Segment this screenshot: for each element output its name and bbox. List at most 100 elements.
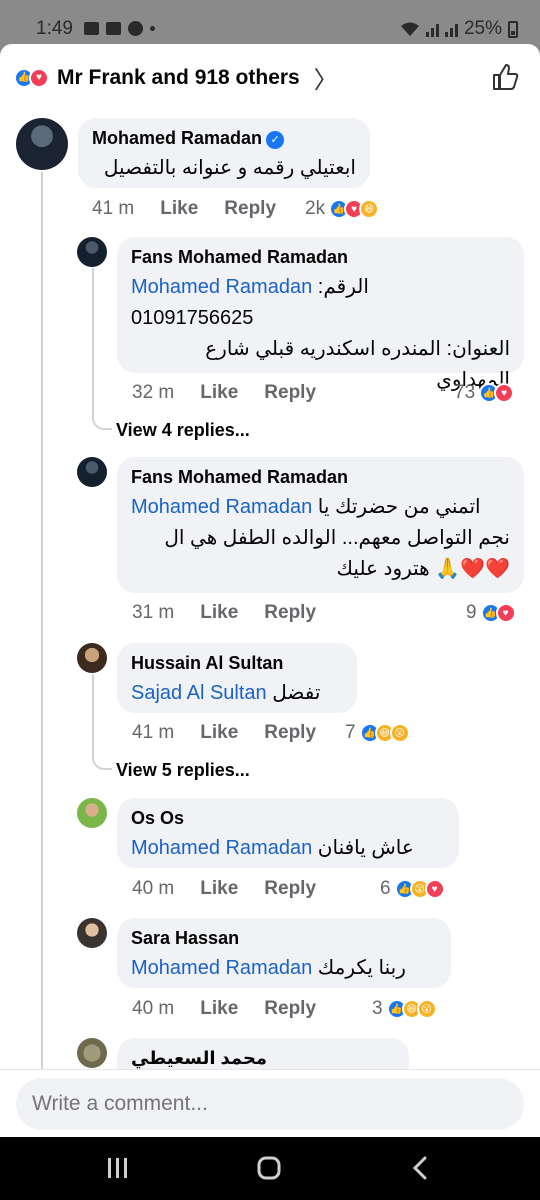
back-icon[interactable]	[410, 1155, 430, 1181]
reply-thread-line	[92, 268, 94, 418]
reaction-count[interactable]: 73 👍 ♥	[454, 382, 515, 404]
love-icon: ♥	[494, 383, 515, 403]
like-button[interactable]: Like	[200, 998, 238, 1020]
status-right: 25%	[400, 18, 518, 40]
wifi-icon	[400, 22, 419, 36]
recent-apps-icon[interactable]	[106, 1157, 130, 1179]
comment-text: Mohamed Ramadan عاش يافنان	[131, 837, 414, 859]
comment-time: 31 m	[132, 602, 175, 623]
mention-link[interactable]: Mohamed Ramadan	[131, 837, 312, 859]
wow-icon: 😮	[389, 723, 410, 743]
reply-button[interactable]: Reply	[224, 198, 276, 220]
thread-line	[41, 172, 43, 442]
reply-connector	[92, 744, 112, 770]
love-icon: ♥	[424, 879, 445, 899]
home-icon[interactable]	[256, 1155, 282, 1181]
like-button[interactable]: Like	[200, 602, 238, 624]
chevron-right-icon: 〉	[313, 67, 338, 94]
reaction-count[interactable]: 2k 👍 ♥ 😆	[305, 198, 380, 220]
comment-text: ابعتيلي رقمه و عنوانه بالتفصيل	[103, 157, 356, 179]
view-replies-link[interactable]: View 4 replies...	[116, 420, 250, 441]
reply-button[interactable]: Reply	[264, 722, 316, 744]
reaction-count[interactable]: 9 👍 ♥	[466, 602, 516, 624]
comments-sheet: 👍 ♥ Mr Frank and 918 others 〉 Mohamed Ra…	[0, 44, 540, 1137]
verified-badge-icon: ✓	[266, 130, 285, 149]
reply-button[interactable]: Reply	[264, 382, 316, 404]
comment-actions: 41 m Like Reply 2k 👍 ♥ 😆	[92, 198, 382, 220]
comment-time: 41 m	[132, 722, 175, 743]
comment-time: 40 m	[132, 878, 175, 899]
comment-text: Mohamed Ramadan ربنا يكرمك	[131, 957, 406, 979]
like-button[interactable]: Like	[200, 878, 238, 900]
comment-bubble: Sara Hassan Mohamed Ramadan ربنا يكرمك	[117, 918, 451, 988]
avatar[interactable]	[77, 643, 107, 673]
comment-author[interactable]: Fans Mohamed Ramadan	[131, 247, 510, 268]
gallery-icon	[84, 22, 99, 35]
reaction-count[interactable]: 6 👍 😮 ♥	[380, 878, 445, 900]
avatar[interactable]	[77, 457, 107, 487]
reply-button[interactable]: Reply	[264, 602, 316, 624]
reaction-icons: 👍 ♥	[14, 67, 49, 88]
more-dot-icon	[150, 26, 155, 31]
comment-actions: 32 m Like Reply 73 👍 ♥	[132, 382, 524, 404]
like-button[interactable]: Like	[160, 198, 198, 220]
comment-bubble: Fans Mohamed Ramadan Mohamed Ramadan اتم…	[117, 457, 524, 593]
reaction-count[interactable]: 7 👍 😆 😮	[345, 722, 410, 744]
comment-actions: 40 m Like Reply 3 👍 😆 😮	[132, 998, 472, 1020]
battery-icon	[508, 20, 518, 38]
card-icon	[106, 22, 121, 35]
comment-time: 32 m	[132, 382, 175, 403]
status-notification-icons	[84, 21, 155, 36]
avatar[interactable]	[16, 118, 68, 170]
comment-author[interactable]: محمد السعيطي	[131, 1048, 395, 1069]
comment-actions: 31 m Like Reply 9 👍 ♥	[132, 602, 524, 624]
comment-bubble: Os Os Mohamed Ramadan عاش يافنان	[117, 798, 459, 868]
reply-connector	[92, 404, 112, 430]
comment-composer	[0, 1069, 540, 1137]
wow-icon: 😮	[416, 999, 437, 1019]
haha-icon: 😆	[359, 199, 380, 219]
love-icon: ♥	[495, 603, 516, 623]
love-icon: ♥	[29, 67, 49, 88]
comment-author[interactable]: Sara Hassan	[131, 928, 437, 949]
shazam-icon	[128, 21, 143, 36]
avatar[interactable]	[77, 1038, 107, 1068]
mention-link[interactable]: Mohamed Ramadan	[131, 276, 312, 298]
mention-link[interactable]: Mohamed Ramadan	[131, 496, 312, 518]
comment-actions: 41 m Like Reply 7 👍 😆 😮	[132, 722, 432, 744]
comment-text: Sajad Al Sultan تفضل	[131, 682, 321, 704]
comment-time: 40 m	[132, 998, 175, 1019]
comment-text: Mohamed Ramadan اتمني من حضرتك يا نجم ال…	[131, 496, 510, 580]
battery-percent: 25%	[463, 18, 502, 39]
comment-author[interactable]: Os Os	[131, 808, 445, 829]
mention-link[interactable]: Sajad Al Sultan	[131, 682, 267, 704]
mention-link[interactable]: Mohamed Ramadan	[131, 957, 312, 979]
view-replies-link[interactable]: View 5 replies...	[116, 760, 250, 781]
comment-author[interactable]: Fans Mohamed Ramadan	[131, 467, 510, 488]
reply-button[interactable]: Reply	[264, 998, 316, 1020]
comment-bubble: Fans Mohamed Ramadan Mohamed Ramadan الر…	[117, 237, 524, 391]
comment-input[interactable]	[16, 1078, 524, 1130]
comment-bubble: Hussain Al Sultan Sajad Al Sultan تفضل	[117, 643, 357, 713]
avatar[interactable]	[77, 237, 107, 267]
status-time: 1:49	[36, 18, 73, 39]
reactions-summary[interactable]: 👍 ♥ Mr Frank and 918 others 〉	[14, 60, 338, 95]
reactions-text: Mr Frank and 918 others	[57, 65, 300, 89]
comment-bubble: Mohamed Ramadan ✓ ابعتيلي رقمه و عنوانه ب…	[78, 118, 370, 188]
like-button[interactable]: Like	[200, 382, 238, 404]
system-nav-bar	[0, 1137, 540, 1200]
avatar[interactable]	[77, 918, 107, 948]
comment-text: Mohamed Ramadan الرقم: 01091756625 العنو…	[131, 276, 510, 391]
avatar[interactable]	[77, 798, 107, 828]
reaction-count[interactable]: 3 👍 😆 😮	[372, 998, 437, 1020]
thread-line	[41, 442, 43, 1102]
comment-author[interactable]: Hussain Al Sultan	[131, 653, 343, 674]
comment-time: 41 m	[92, 198, 135, 219]
like-thumb-icon[interactable]	[490, 62, 520, 92]
comment-author[interactable]: Mohamed Ramadan ✓	[92, 128, 356, 149]
reply-button[interactable]: Reply	[264, 878, 316, 900]
signal-icon-2	[444, 21, 458, 37]
comment-actions: 40 m Like Reply 6 👍 😮 ♥	[132, 878, 472, 900]
like-button[interactable]: Like	[200, 722, 238, 744]
signal-icon	[425, 21, 439, 37]
